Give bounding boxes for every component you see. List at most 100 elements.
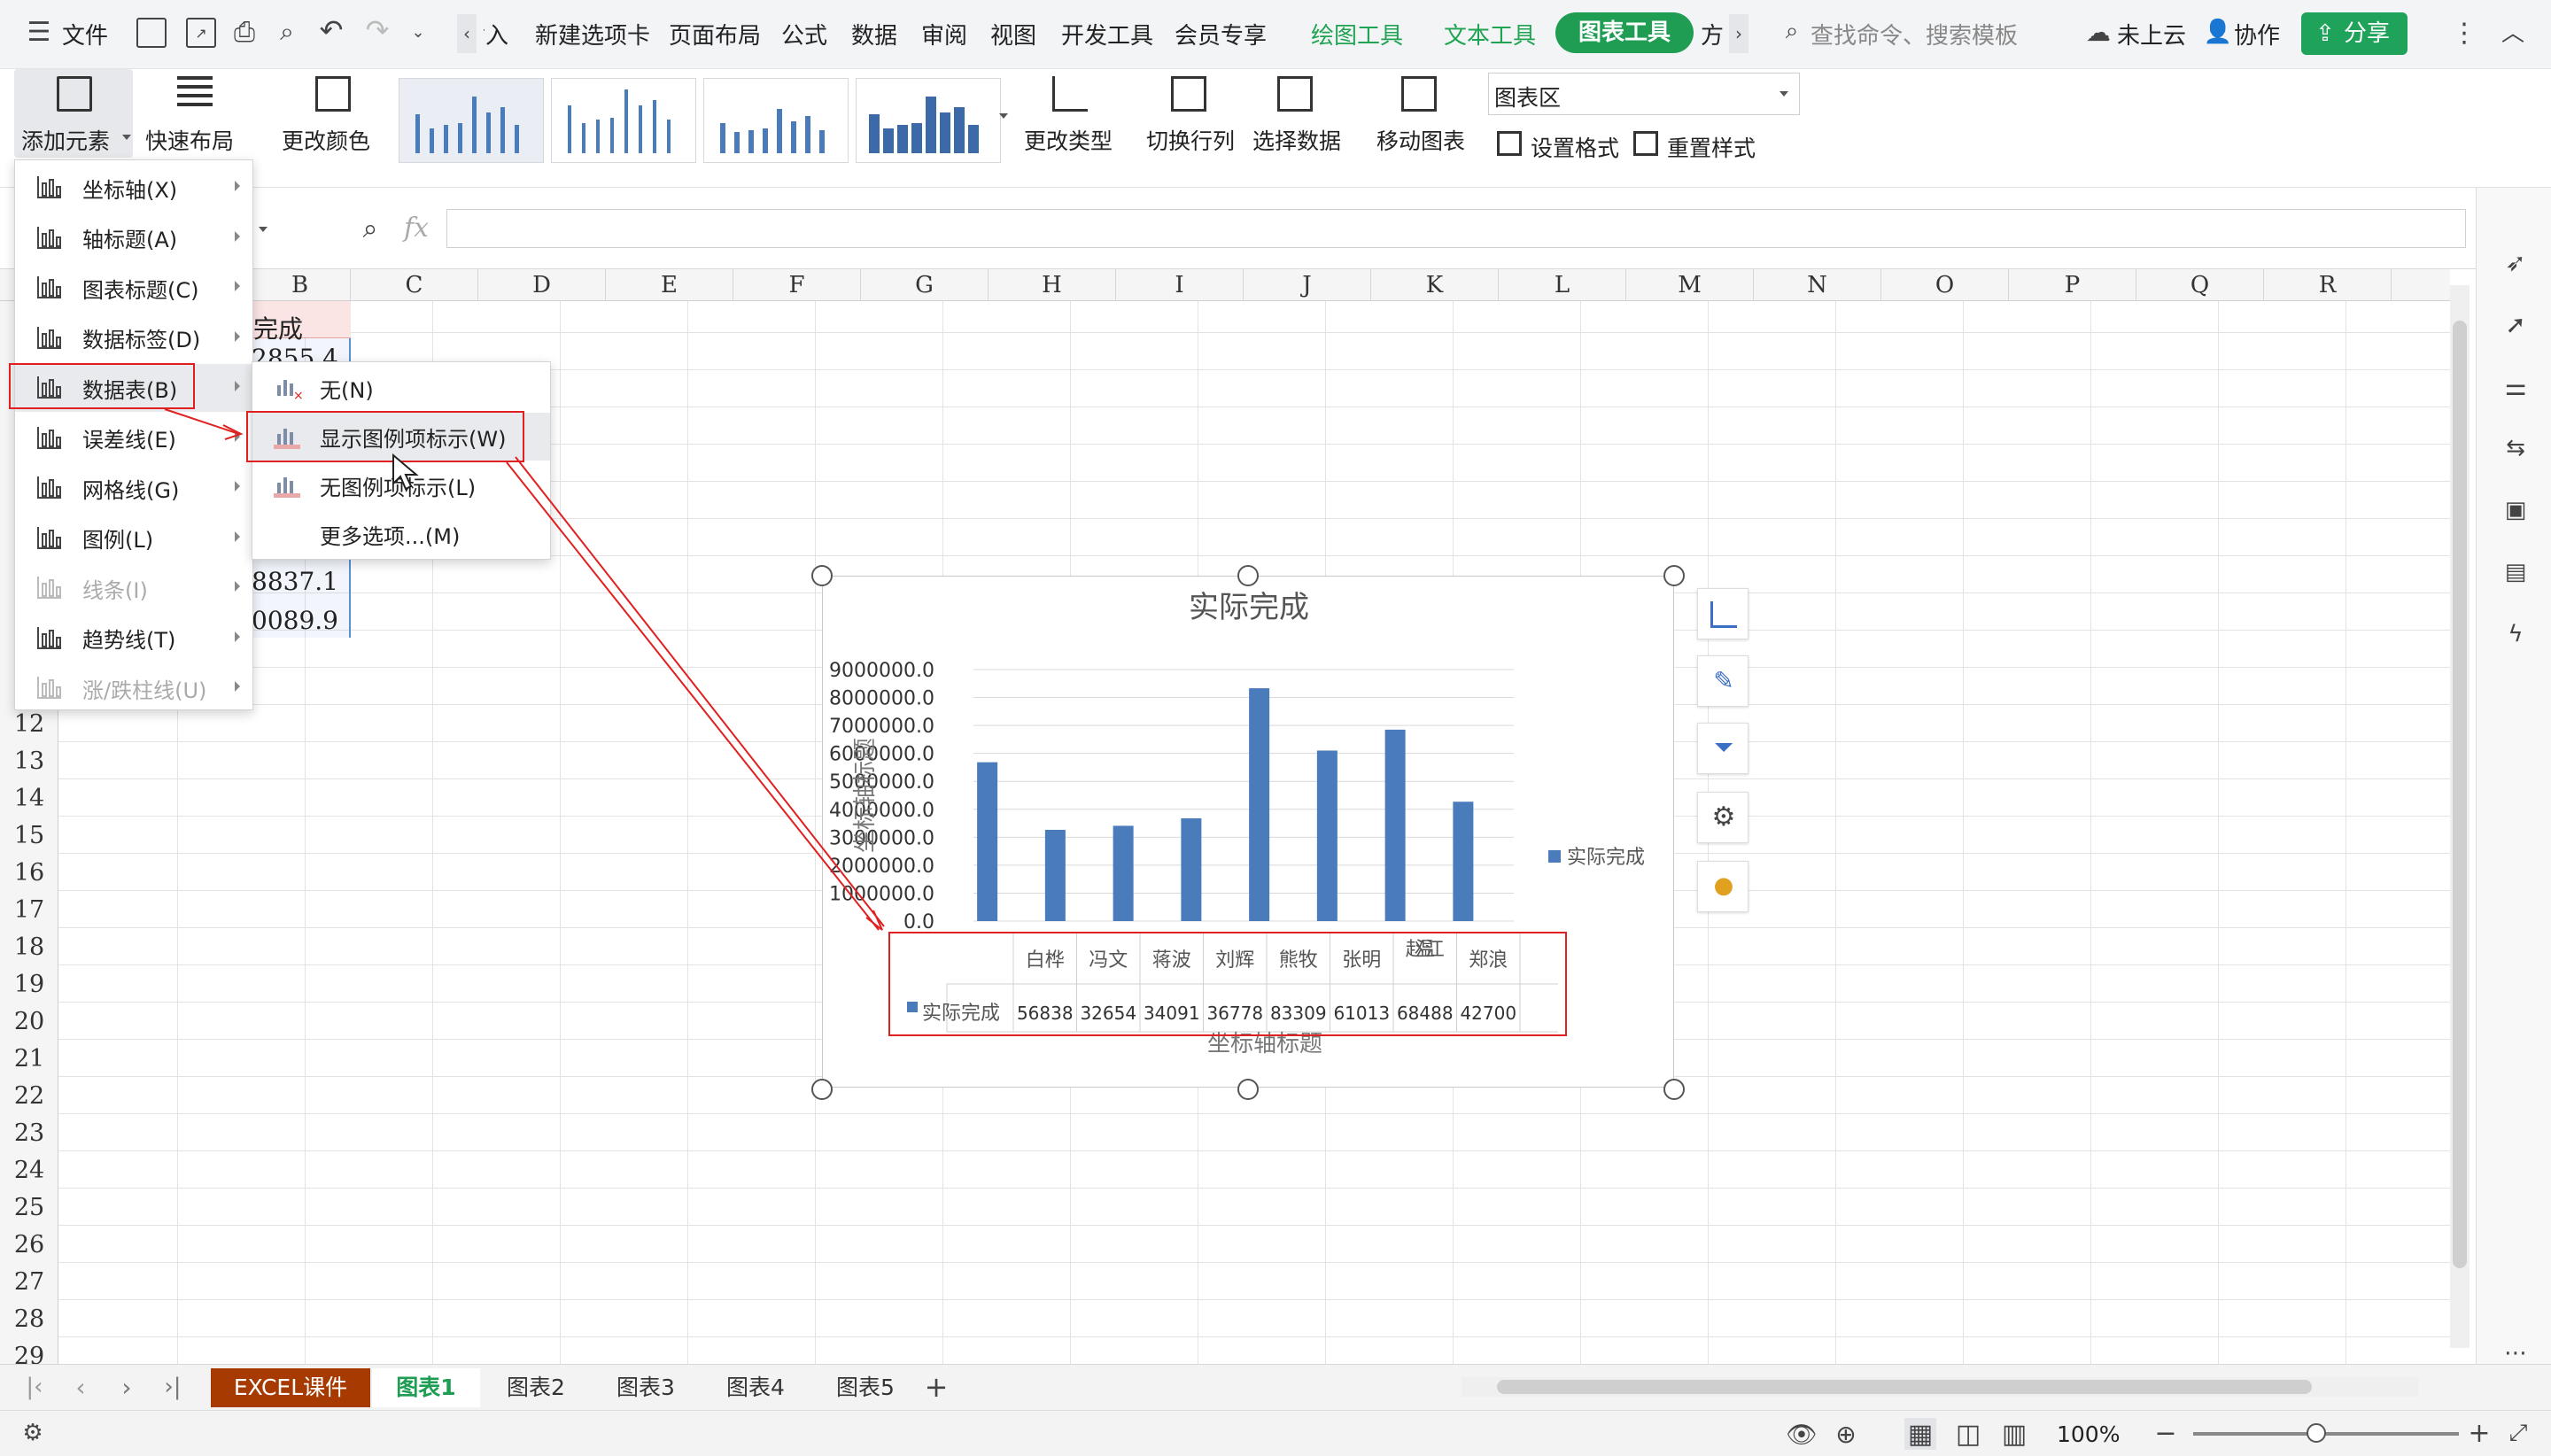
column-header-p[interactable]: P [2009,269,2136,301]
sheet-tab-chart1[interactable]: 图表1 [372,1368,480,1407]
zoom-in-icon[interactable]: + [2464,1418,2494,1449]
menu-item-7[interactable]: 图例(L) [15,515,252,562]
select-data-button[interactable]: 选择数据 [1249,69,1346,158]
tabs-scroll-right-icon[interactable]: › [1729,14,1748,53]
column-header-j[interactable]: J [1244,269,1371,301]
row-header-28[interactable]: 28 [0,1305,58,1333]
resize-handle-se[interactable] [1663,1079,1685,1100]
cloud-icon[interactable]: ☁ [2083,18,2113,47]
bolt-icon[interactable]: ϟ [2500,618,2532,650]
chart-area-select[interactable]: 图表区 [1488,73,1800,115]
column-header-m[interactable]: M [1626,269,1754,301]
tab-page-layout[interactable]: 页面布局 [669,18,761,50]
rocket-icon[interactable]: ➶ [2500,246,2532,278]
column-header-r[interactable]: R [2264,269,2392,301]
tab-formula[interactable]: 公式 [781,18,827,50]
collapse-ribbon-icon[interactable]: ︿ [2500,18,2526,47]
menu-item-2[interactable]: 图表标题(C) [15,264,252,312]
row-header-17[interactable]: 17 [0,896,58,924]
chart-ideas-button[interactable]: ● [1697,861,1748,912]
column-header-l[interactable]: L [1499,269,1626,301]
sheet-tab-chart3[interactable]: 图表3 [592,1368,700,1407]
vertical-scrollbar[interactable] [2450,285,2470,1348]
chart-styles-dropdown-icon[interactable] [999,113,1008,119]
resize-handle-s[interactable] [1237,1079,1259,1100]
page-break-view-icon[interactable]: ▥ [1998,1418,2030,1450]
center-icon[interactable]: ⊕ [1830,1418,1862,1450]
set-format-button[interactable]: 设置格式 [1495,128,1623,163]
tab-drawing-tools[interactable]: 绘图工具 [1311,18,1403,50]
zoom-level[interactable]: 100% [2057,1421,2120,1447]
horizontal-scroll-thumb[interactable] [1497,1380,2312,1394]
transform-icon[interactable]: ⇆ [2500,432,2532,464]
print-icon[interactable]: ⎙ [229,16,260,48]
sliders-icon[interactable]: ⚌ [2500,370,2532,402]
menu-item-6[interactable]: 网格线(G) [15,464,252,512]
row-header-13[interactable]: 13 [0,747,58,775]
menu-item-5[interactable]: 误差线(E) [15,414,252,462]
normal-view-icon[interactable]: ▦ [1904,1418,1936,1450]
chart-style-3[interactable] [703,78,849,163]
submenu-item-2[interactable]: 无图例项标示(L) [252,461,550,509]
zoom-slider[interactable] [2193,1423,2459,1443]
more-icon[interactable]: ⋮ [2451,18,2477,49]
redo-icon[interactable]: ↷ [361,13,393,47]
column-header-h[interactable]: H [989,269,1116,301]
resize-handle-nw[interactable] [811,565,833,586]
zoom-formula-icon[interactable]: ⌕ [354,213,386,244]
submenu-item-3[interactable]: 更多选项...(M) [252,510,550,558]
eye-protect-icon[interactable]: 👁 [1786,1418,1818,1450]
next-sheet-icon[interactable]: › [113,1373,140,1402]
fullscreen-icon[interactable]: ⤢ [2503,1418,2533,1448]
column-header-b[interactable]: B [250,269,351,301]
switch-row-col-button[interactable]: 切换行列 [1143,69,1240,158]
column-header-q[interactable]: Q [2136,269,2264,301]
change-type-button[interactable]: 更改类型 [1017,69,1123,158]
add-sheet-icon[interactable]: + [921,1370,951,1404]
chart-style-1[interactable] [399,78,544,163]
column-header-d[interactable]: D [478,269,606,301]
tabs-scroll-left-icon[interactable]: ‹ [457,14,477,53]
tab-developer[interactable]: 开发工具 [1061,18,1153,50]
collab-icon[interactable]: 👤 [2204,18,2232,46]
tab-member[interactable]: 会员专享 [1175,18,1267,50]
row-header-22[interactable]: 22 [0,1082,58,1110]
pointer-icon[interactable]: ➚ [2500,308,2532,340]
fx-label[interactable]: fx [404,213,429,244]
cell-b1[interactable]: 完成 [253,310,303,345]
tab-data[interactable]: 数据 [851,18,897,50]
column-header-e[interactable]: E [606,269,733,301]
row-header-19[interactable]: 19 [0,971,58,998]
sheet-tab-chart4[interactable]: 图表4 [702,1368,810,1407]
share-button[interactable]: ⇪ 分享 [2301,12,2408,55]
page-view-icon[interactable]: ◫ [1952,1418,1984,1450]
tab-view[interactable]: 视图 [990,18,1036,50]
row-header-27[interactable]: 27 [0,1268,58,1296]
chart-settings-button[interactable]: ⚙ [1697,792,1748,843]
resize-handle-ne[interactable] [1663,565,1685,586]
book-icon[interactable]: ▤ [2500,556,2532,588]
sidebar-more-icon[interactable]: ⋯ [2500,1340,2532,1367]
row-header-14[interactable]: 14 [0,785,58,812]
search-input[interactable]: 查找命令、搜索模板 [1811,18,2018,50]
submenu-item-0[interactable]: × 无(N) [252,364,550,412]
column-header-n[interactable]: N [1754,269,1881,301]
row-header-23[interactable]: 23 [0,1119,58,1147]
column-header-c[interactable]: C [351,269,478,301]
chart-style-4[interactable] [856,78,1001,163]
name-box-dropdown-icon[interactable] [259,227,268,232]
row-header-26[interactable]: 26 [0,1231,58,1259]
undo-icon[interactable]: ↶ [315,13,347,47]
row-header-24[interactable]: 24 [0,1157,58,1184]
sheet-tab-chart2[interactable]: 图表2 [482,1368,590,1407]
tab-more[interactable]: 方 [1701,18,1724,50]
formula-input[interactable] [446,209,2466,248]
move-chart-button[interactable]: 移动图表 [1371,69,1469,158]
row-header-16[interactable]: 16 [0,859,58,887]
resize-handle-n[interactable] [1237,565,1259,586]
sheet-tab-chart5[interactable]: 图表5 [811,1368,919,1407]
resize-handle-sw[interactable] [811,1079,833,1100]
column-header-g[interactable]: G [861,269,989,301]
last-sheet-icon[interactable]: ›| [159,1374,186,1400]
row-header-12[interactable]: 12 [0,710,58,738]
